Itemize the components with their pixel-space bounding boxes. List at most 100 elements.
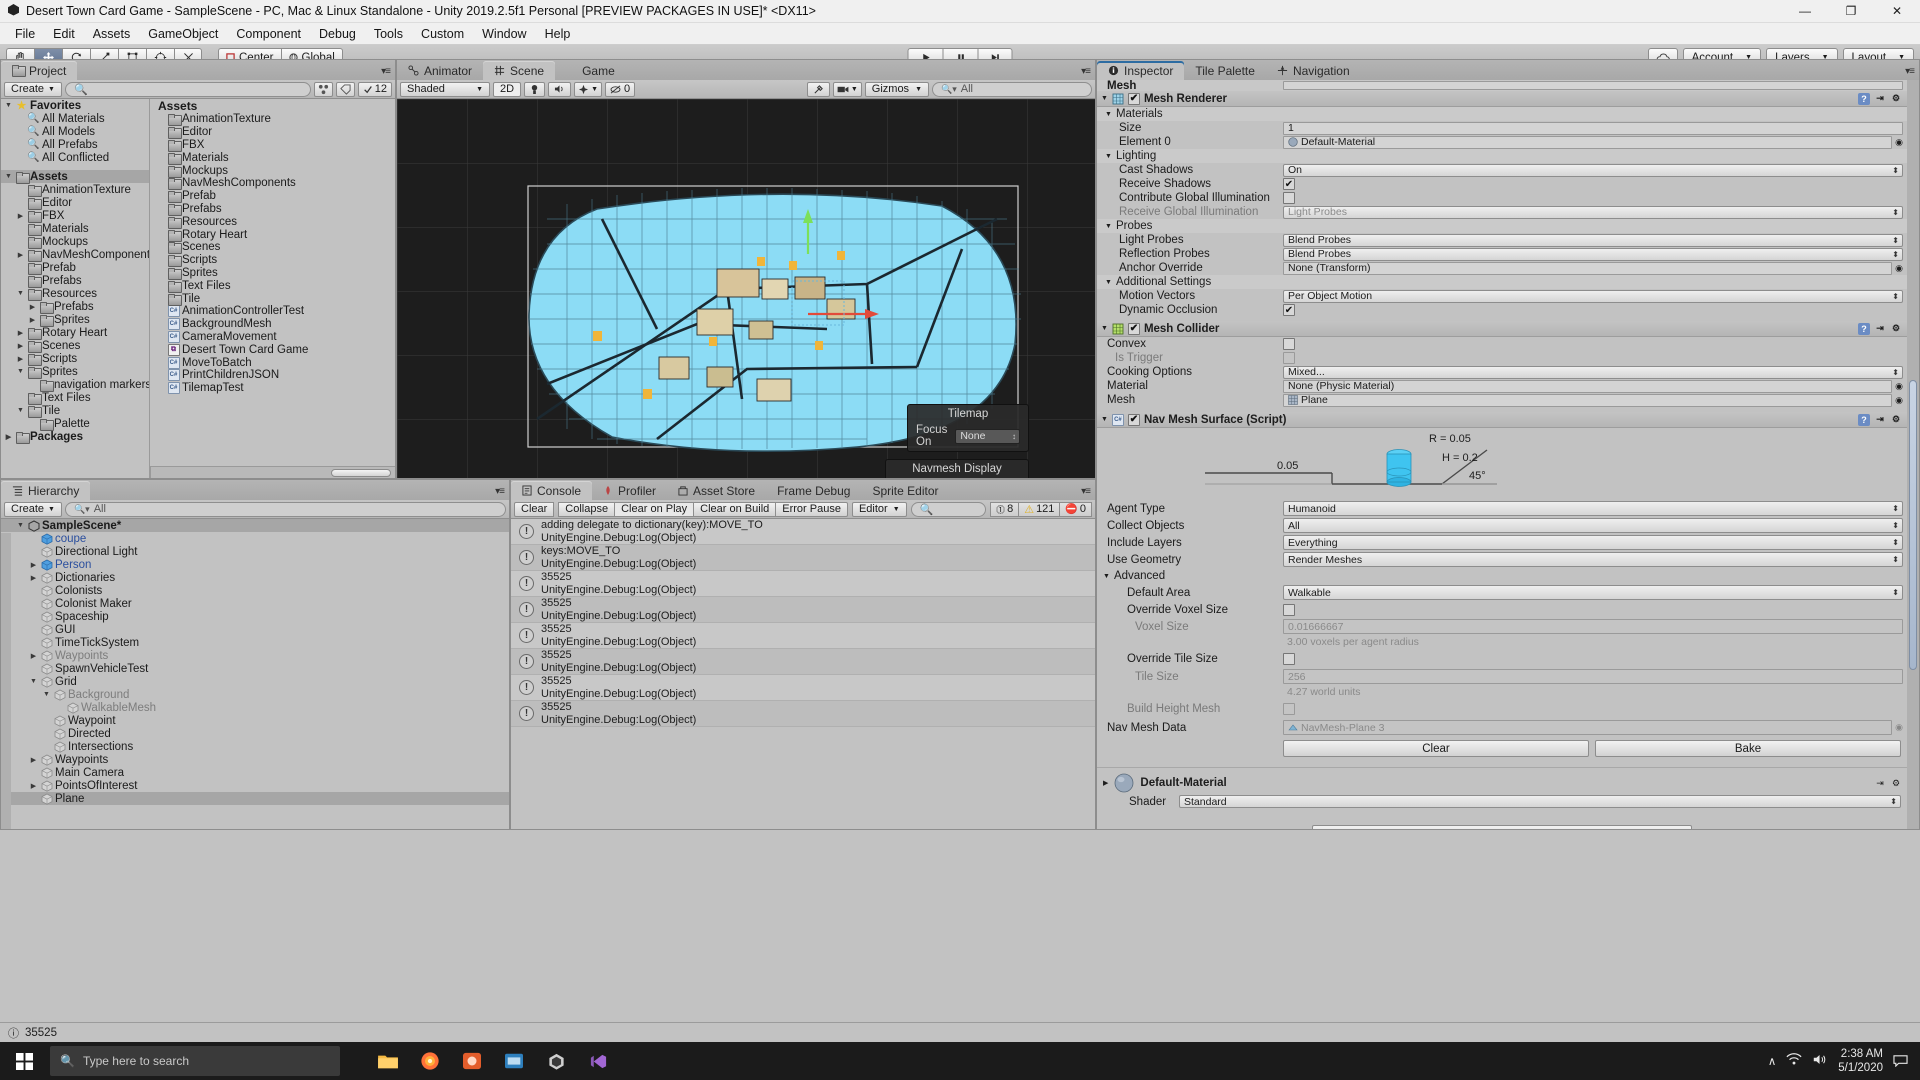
tree-disclosure-arrow[interactable]: ▶	[27, 316, 38, 324]
project-tree-row[interactable]: ▼ Sprites	[1, 365, 149, 379]
tab-hierarchy[interactable]: Hierarchy	[1, 481, 91, 500]
collapse-arrow-icon[interactable]: ▼	[1105, 153, 1112, 160]
console-message-row[interactable]: ! 35525 UnityEngine.Debug:Log(Object)	[511, 597, 1095, 623]
scene-effects-toggle[interactable]: ▼	[574, 81, 602, 97]
object-picker-icon[interactable]: ◉	[1895, 381, 1903, 392]
tab-scene[interactable]: Scene	[483, 61, 556, 80]
menu-tools[interactable]: Tools	[365, 25, 412, 43]
console-clear-on-play-button[interactable]: Clear on Play	[615, 501, 695, 517]
tree-disclosure-arrow[interactable]: ▶	[3, 433, 14, 441]
collapse-arrow-icon[interactable]: ▼	[1101, 325, 1108, 332]
tree-disclosure-arrow[interactable]: ▼	[15, 290, 26, 297]
collapse-arrow-icon[interactable]: ▼	[1105, 111, 1112, 118]
help-icon[interactable]: ?	[1858, 413, 1870, 426]
menu-file[interactable]: File	[6, 25, 44, 43]
tree-disclosure-arrow[interactable]: ▶	[15, 212, 26, 220]
probes-section-header[interactable]: ▼ Probes	[1097, 219, 1907, 233]
dynamic-occlusion-checkbox[interactable]: ✔	[1283, 304, 1295, 316]
tab-console[interactable]: Console	[511, 481, 593, 500]
volume-icon[interactable]	[1812, 1053, 1828, 1069]
gear-icon[interactable]: ⚙	[1890, 777, 1902, 789]
menu-window[interactable]: Window	[473, 25, 535, 43]
maximize-button[interactable]: ❐	[1828, 0, 1874, 23]
project-content-item[interactable]: ⧉ Desert Town Card Game	[158, 343, 395, 356]
menu-component[interactable]: Component	[227, 25, 310, 43]
receive-shadows-checkbox[interactable]: ✔	[1283, 178, 1295, 190]
project-content-item[interactable]: Scenes	[158, 241, 395, 255]
inspector-options-icon[interactable]: ▾≡	[1905, 66, 1915, 77]
project-tree-row[interactable]: Prefab	[1, 261, 149, 275]
project-hscroll-thumb[interactable]	[331, 469, 391, 477]
project-tree-row[interactable]: 🔍 All Prefabs	[1, 138, 149, 151]
hierarchy-row[interactable]: WalkableMesh	[1, 701, 509, 714]
menu-gameobject[interactable]: GameObject	[139, 25, 227, 43]
tree-disclosure-arrow[interactable]: ▶	[27, 303, 38, 311]
console-editor-dropdown[interactable]: Editor ▼	[851, 501, 907, 517]
scene-viewport[interactable]: Tilemap Focus On None Navmesh Display Sh…	[397, 99, 1095, 478]
preset-icon[interactable]: ⇥	[1874, 323, 1886, 335]
menu-edit[interactable]: Edit	[44, 25, 84, 43]
console-info-count[interactable]: ⓵ 8	[990, 501, 1020, 517]
scene-camera-button[interactable]: ▼	[832, 81, 862, 97]
hierarchy-row[interactable]: ▶ PointsOfInterest	[1, 779, 509, 792]
tab-sprite-editor[interactable]: Sprite Editor	[861, 481, 949, 500]
menu-help[interactable]: Help	[536, 25, 580, 43]
collect-objects-dropdown[interactable]: All	[1283, 518, 1903, 533]
project-content-item[interactable]: Resources	[158, 215, 395, 229]
project-tree-row[interactable]: navigation markers	[1, 378, 149, 392]
motion-vectors-dropdown[interactable]: Per Object Motion	[1283, 289, 1903, 303]
console-error-pause-button[interactable]: Error Pause	[776, 501, 848, 517]
project-tree-row[interactable]: AnimationTexture	[1, 183, 149, 197]
menu-debug[interactable]: Debug	[310, 25, 365, 43]
collapse-arrow-icon[interactable]: ▼	[1105, 223, 1112, 230]
help-icon[interactable]: ?	[1858, 322, 1870, 335]
project-tree-row[interactable]: Palette	[1, 417, 149, 431]
project-tree-row[interactable]: ▶ Scenes	[1, 339, 149, 353]
override-tile-size-checkbox[interactable]	[1283, 652, 1295, 665]
hierarchy-row[interactable]: Directed	[1, 727, 509, 740]
object-picker-icon[interactable]: ◉	[1895, 395, 1903, 406]
hierarchy-row[interactable]: ▼ Grid	[1, 675, 509, 688]
materials-size-field[interactable]: 1	[1283, 121, 1903, 135]
convex-checkbox[interactable]	[1283, 338, 1295, 350]
collider-mesh-field[interactable]: Plane	[1283, 393, 1893, 407]
tree-disclosure-arrow[interactable]: ▶	[15, 329, 26, 337]
project-tree-row[interactable]: Mockups	[1, 235, 149, 249]
project-content-item[interactable]: C# MoveToBatch	[158, 356, 395, 369]
tree-disclosure-arrow[interactable]: ▶	[28, 756, 39, 764]
project-tree-row[interactable]: Text Files	[1, 391, 149, 405]
project-tree-row[interactable]: ▶ NavMeshComponents	[1, 248, 149, 262]
gear-icon[interactable]: ⚙	[1890, 414, 1902, 426]
hierarchy-row[interactable]: GUI	[1, 623, 509, 636]
close-button[interactable]: ✕	[1874, 0, 1920, 23]
scene-options-icon[interactable]: ▾≡	[1081, 66, 1091, 77]
materials-element0-field[interactable]: Default-Material	[1283, 135, 1893, 149]
cooking-options-dropdown[interactable]: Mixed...	[1283, 365, 1903, 379]
hierarchy-row[interactable]: Waypoint	[1, 714, 509, 727]
project-content-item[interactable]: Sprites	[158, 267, 395, 280]
tab-frame-debug[interactable]: Frame Debug	[766, 481, 861, 500]
hierarchy-row[interactable]: SpawnVehicleTest	[1, 662, 509, 675]
scene-audio-toggle[interactable]	[548, 81, 572, 97]
reflection-probes-dropdown[interactable]: Blend Probes	[1283, 247, 1903, 261]
network-icon[interactable]	[1786, 1053, 1802, 1069]
hierarchy-row[interactable]: ▼ SampleScene*	[1, 519, 509, 532]
hierarchy-row[interactable]: ▼ Background	[1, 688, 509, 701]
collapse-arrow-icon[interactable]: ▶	[1103, 779, 1108, 787]
project-hscrollbar[interactable]	[150, 466, 395, 478]
scene-gizmos-button[interactable]: Gizmos ▼	[864, 81, 929, 97]
inspector-scroll-thumb[interactable]	[1909, 380, 1917, 670]
firefox-icon[interactable]	[410, 1042, 450, 1080]
project-label-button[interactable]	[335, 81, 355, 97]
project-tree-row[interactable]: ▼ Resources	[1, 287, 149, 301]
console-search-input[interactable]: 🔍	[910, 501, 987, 517]
tray-chevron-up-icon[interactable]: ∧	[1768, 1054, 1776, 1068]
project-content-item[interactable]: Editor	[158, 126, 395, 140]
project-options-icon[interactable]: ▾≡	[381, 66, 391, 77]
collapse-arrow-icon[interactable]: ▼	[1101, 416, 1108, 423]
tree-disclosure-arrow[interactable]: ▶	[15, 342, 26, 350]
console-collapse-button[interactable]: Collapse	[558, 501, 616, 517]
scene-lighting-toggle[interactable]	[524, 81, 546, 97]
tree-disclosure-arrow[interactable]: ▼	[3, 173, 14, 180]
preset-icon[interactable]: ⇥	[1874, 777, 1886, 789]
